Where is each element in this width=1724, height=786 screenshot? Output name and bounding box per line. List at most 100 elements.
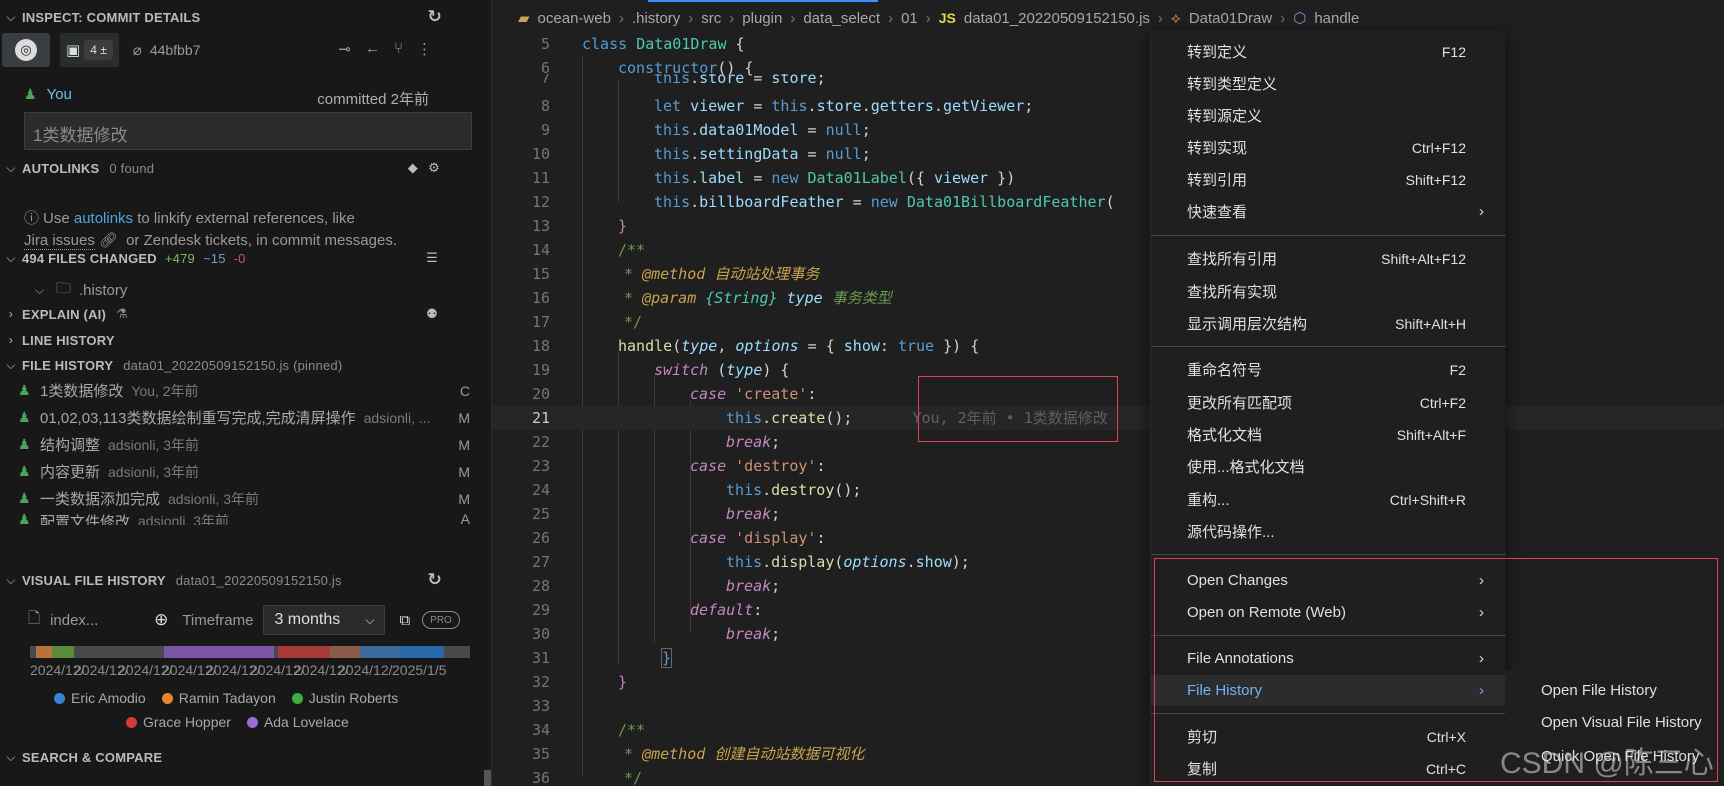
explain-header[interactable]: › EXPLAIN (AI) ⚗ ⚉ [0,301,491,327]
avatar-icon: ♟ [18,436,31,452]
menu-item-go-to-type-definition[interactable]: 转到类型定义 [1151,68,1506,99]
menu-item-format-document[interactable]: 格式化文档 Shift+Alt+F [1151,419,1506,450]
file-status: M [458,490,470,507]
watermark: CSDN @陈三心 [1500,747,1714,780]
chevron-down-icon: ⌵ [6,160,16,175]
view-options-icon[interactable]: ☰ [426,250,438,266]
file-history-row[interactable]: ♟ 01,02,03,113类数据绘制重写完成,完成清屏操作 adsionli,… [0,404,470,431]
file-history-row[interactable]: ♟ 内容更新 adsionli, 3年前 M [0,458,470,485]
timeline-segment [400,646,444,658]
breadcrumb-item[interactable]: ocean-web [538,10,611,27]
autolinks-link[interactable]: autolinks [74,210,133,227]
chevron-down-icon: ⌵ [365,612,375,627]
line-history-header[interactable]: › LINE HISTORY [0,327,491,353]
file-history-row[interactable]: ♟ 一类数据添加完成 adsionli, 3年前 M [0,485,470,512]
breadcrumb: ▰ ocean-web › .history › src › plugin › data… [518,9,1360,28]
autolinks-count: 0 found [109,160,155,176]
chevron-right-icon: › [1479,203,1484,220]
zoom-icon[interactable]: ⊕ [154,610,168,630]
commit-time: committed 2年前 [317,91,429,108]
menu-item-change-all-occurrences[interactable]: 更改所有匹配项 Ctrl+F2 [1151,387,1506,418]
files-changed-header[interactable]: ⌵ 494 FILES CHANGED +479 ~15 -0 ☰ [0,245,491,271]
vfh-legend: Grace Hopper Ada Lovelace [126,714,491,730]
breadcrumb-item[interactable]: Data01Draw [1189,10,1272,27]
avatar-icon: ♟ [18,463,31,479]
commit-sha[interactable]: 44bfbb7 [150,42,201,58]
code-line: 7 this.store = store; [540,74,826,87]
author-name[interactable]: You [47,86,72,103]
file-history-row[interactable]: ♟ 配置文件修改 adsionli, 3年前 A [0,511,470,525]
search-compare-header[interactable]: ⌵ SEARCH & COMPARE [0,744,491,770]
menu-item-show-call-hierarchy[interactable]: 显示调用层次结构 Shift+Alt+H [1151,308,1506,339]
menu-item-peek[interactable]: 快速查看 › [1151,196,1506,227]
commit-title: 01,02,03,113类数据绘制重写完成,完成清屏操作 [40,410,356,427]
breadcrumb-item[interactable]: plugin [742,10,782,27]
file-status: M [458,409,470,426]
legend-item: Ramin Tadayon [161,690,276,706]
menu-item-format-document-with[interactable]: 使用...格式化文档 [1151,451,1506,482]
commit-details-mode-button[interactable]: ◎ [2,33,50,67]
commit-title: 一类数据添加完成 [40,491,161,508]
inspect-header[interactable]: ⌵ INSPECT: COMMIT DETAILS ↻ [0,4,491,30]
timeframe-select[interactable]: 3 months ⌵ [263,605,386,635]
timeframe-value: 3 months [274,611,341,628]
commit-meta: adsionli, ... [363,409,431,426]
file-status: A [460,511,470,525]
menu-item-find-all-references[interactable]: 查找所有引用 Shift+Alt+F12 [1151,243,1506,274]
code-line: 12 this.billboardFeather = new Data01Bill… [531,193,1115,211]
breadcrumb-item[interactable]: data01_20220509152150.js [964,10,1150,27]
code-line: 11 this.label = new Data01Label({ viewer … [531,169,1016,187]
method-icon: ⬡ [1293,10,1307,27]
sidebar-scrollbar[interactable] [484,770,491,786]
more-icon[interactable]: ⋮ [417,40,432,58]
back-arrow-icon[interactable]: ← [365,40,380,58]
breadcrumb-item[interactable]: handle [1314,10,1359,27]
refresh-icon[interactable]: ↻ [428,570,442,590]
commit-title: 1类数据修改 [40,383,124,400]
commit-message-box[interactable]: 1类数据修改 [24,112,472,150]
chevron-down-icon: ⌵ [6,572,16,587]
timeline-segment [278,646,330,658]
menu-item-rename-symbol[interactable]: 重命名符号 F2 [1151,354,1506,385]
working-changes-button[interactable]: ▣ 4 ± [60,33,119,67]
diamond-icon[interactable]: ◆ [408,160,418,176]
folder-name: .history [79,281,128,299]
pin-icon[interactable]: ⊸ [338,40,351,58]
refresh-icon[interactable]: ↻ [428,7,442,27]
compare-icon[interactable]: ⑂ [394,40,403,58]
file-history-header[interactable]: ⌵ FILE HISTORY data01_20220509152150.js … [0,352,491,378]
legend-item: Justin Roberts [291,690,398,706]
commit-meta: adsionli, 3年前 [138,513,230,525]
vfh-index-label[interactable]: index... [50,612,140,629]
avatar-icon: ♟ [18,409,31,425]
breadcrumb-item[interactable]: 01 [901,10,918,27]
code-line: 26 case 'display': [531,529,826,547]
code-line: 5 class Data01Draw { [540,35,745,53]
menu-item-source-action[interactable]: 源代码操作... [1151,516,1506,547]
vfh-controls: 🗋︎ index... ⊕ Timeframe 3 months ⌵ ⧉ PRO [20,602,480,638]
chevron-down-icon: ⌵ [6,250,16,265]
commit-title: 结构调整 [40,437,101,454]
chevron-down-icon: ⌵ [6,749,16,764]
menu-item-refactor[interactable]: 重构... Ctrl+Shift+R [1151,484,1506,515]
autolinks-header[interactable]: ⌵ AUTOLINKS 0 found ◆ ⚙ [0,155,491,181]
menu-item-go-to-references[interactable]: 转到引用 Shift+F12 [1151,164,1506,195]
file-history-row[interactable]: ♟ 1类数据修改 You, 2年前 C [0,377,470,404]
file-history-row[interactable]: ♟ 结构调整 adsionli, 3年前 M [0,431,470,458]
breadcrumb-item[interactable]: data_select [803,10,880,27]
open-external-icon[interactable]: ⧉ [399,612,410,629]
avatar: ♟ [24,86,37,102]
breadcrumb-item[interactable]: src [701,10,721,27]
files-changed-count: ~15 [202,250,226,266]
breadcrumb-item[interactable]: .history [632,10,680,27]
timeline-segment [360,646,400,658]
visual-file-history-header[interactable]: ⌵ VISUAL FILE HISTORY data01_20220509152… [0,567,491,593]
gear-icon[interactable]: ⚙ [428,160,440,176]
menu-item-find-all-implementations[interactable]: 查找所有实现 [1151,276,1506,307]
folder-row[interactable]: ⌵ 🗀︎ .history [0,277,491,303]
copilot-icon[interactable]: ⚉ [426,306,438,322]
menu-item-go-to-definition[interactable]: 转到定义 F12 [1151,36,1506,67]
menu-item-go-to-implementation[interactable]: 转到实现 Ctrl+F12 [1151,132,1506,163]
vfh-file: data01_20220509152150.js [175,572,342,588]
menu-item-go-to-source-definition[interactable]: 转到源定义 [1151,100,1506,131]
